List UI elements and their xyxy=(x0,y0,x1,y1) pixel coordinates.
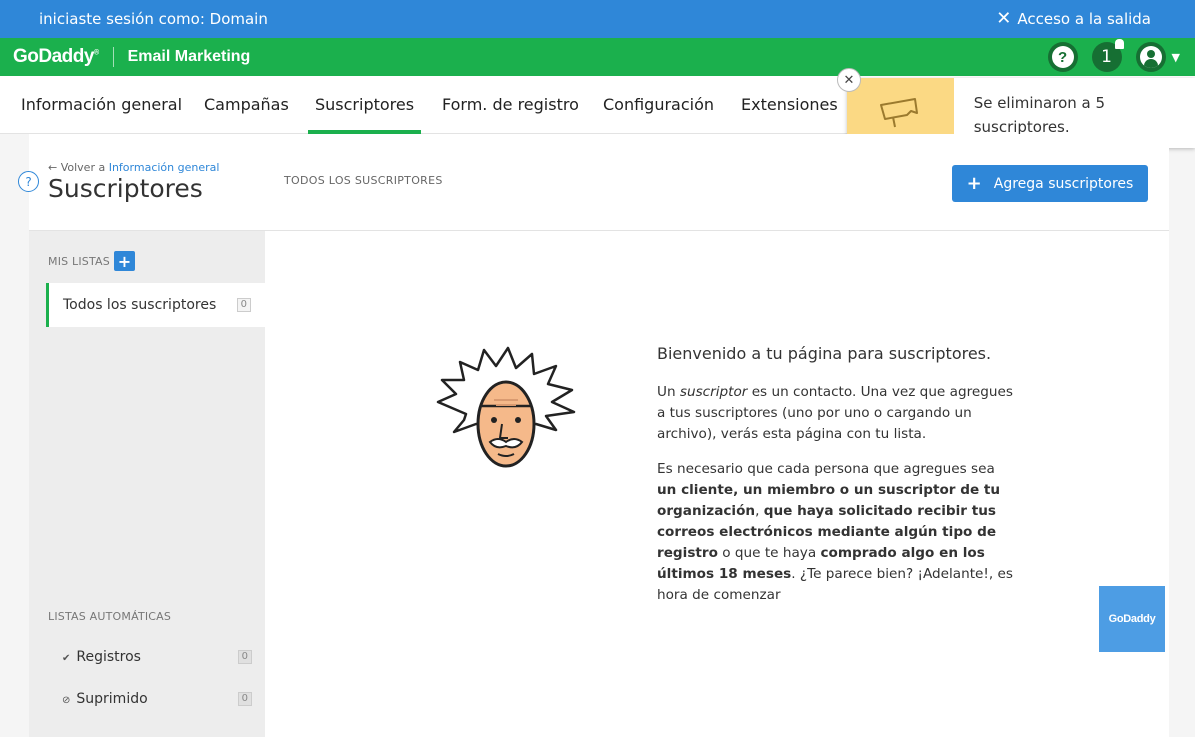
welcome-paragraph-1: Un suscriptor es un contacto. Una vez qu… xyxy=(657,382,1017,445)
notification-count: 1 xyxy=(1101,47,1112,67)
auto-list-count: 0 xyxy=(237,650,252,664)
p2-text: o que te haya xyxy=(717,545,821,561)
header-actions: ? 1 ▼ xyxy=(1047,39,1180,72)
auto-list-label: Registros xyxy=(76,649,141,665)
suppressed-icon: ⊘ xyxy=(62,695,71,706)
add-subscribers-button[interactable]: + Agrega suscriptores xyxy=(952,165,1148,202)
product-name: Email Marketing xyxy=(127,48,251,65)
p1-text: Un xyxy=(657,384,680,400)
account-avatar[interactable] xyxy=(1135,42,1166,72)
sidebar-item-registros[interactable]: ✔ Registros 0 xyxy=(62,649,252,665)
nav-form-registro[interactable]: Form. de registro xyxy=(442,76,579,134)
help-icon[interactable]: ? xyxy=(18,171,39,192)
plus-icon: + xyxy=(966,173,982,194)
p1-emphasis: suscriptor xyxy=(679,384,748,400)
nav-extensiones-label: Extensiones xyxy=(741,95,838,114)
nav-informacion-general[interactable]: Información general xyxy=(21,76,182,134)
add-list-button[interactable]: + xyxy=(114,251,135,271)
bell-icon xyxy=(1114,39,1124,49)
list-count: 0 xyxy=(236,298,251,312)
list-label: Todos los suscriptores xyxy=(63,297,217,313)
toast-close-button[interactable]: ✕ xyxy=(837,68,861,92)
question-icon: ? xyxy=(1051,46,1074,68)
sidebar-item-all-subscribers[interactable]: Todos los suscriptores 0 xyxy=(46,283,265,327)
help-button[interactable]: ? xyxy=(1047,42,1078,72)
logo-text: GoDaddy xyxy=(13,46,94,67)
breadcrumb: ← Volver a Información general xyxy=(48,161,219,174)
godaddy-logo[interactable]: GoDaddy® xyxy=(13,46,99,68)
impersonation-bar: iniciaste sesión como: Domain ✕ Acceso a… xyxy=(0,0,1195,38)
brand-divider xyxy=(112,47,114,67)
auto-list-count: 0 xyxy=(237,692,252,706)
p2-text: Es necesario que cada persona que agregu… xyxy=(657,461,995,477)
auto-list-label: Suprimido xyxy=(76,691,148,707)
exit-impersonation-link[interactable]: ✕ Acceso a la salida xyxy=(996,8,1151,29)
notifications-button[interactable]: 1 xyxy=(1091,39,1124,72)
nav-campanas[interactable]: Campañas xyxy=(204,76,289,134)
back-prefix: ← Volver a xyxy=(48,161,109,174)
page-title: Suscriptores xyxy=(48,174,203,203)
user-icon xyxy=(1139,46,1162,68)
back-link[interactable]: Información general xyxy=(109,161,220,174)
check-icon: ✔ xyxy=(62,653,71,664)
nav-configuracion[interactable]: Configuración xyxy=(603,76,714,134)
welcome-title: Bienvenido a tu página para suscriptores… xyxy=(657,344,992,363)
p2-text: , xyxy=(755,503,764,519)
godaddy-badge[interactable]: GoDaddy xyxy=(1099,586,1165,652)
chevron-down-icon[interactable]: ▼ xyxy=(1172,51,1180,64)
close-icon: ✕ xyxy=(996,8,1012,29)
impersonation-text: iniciaste sesión como: Domain xyxy=(39,10,268,28)
sidebar: MIS LISTAS + Todos los suscriptores 0 LI… xyxy=(29,231,265,737)
nav-suscriptores[interactable]: Suscriptores xyxy=(308,76,422,134)
page-header: ? ← Volver a Información general Suscrip… xyxy=(18,134,1169,231)
my-lists-heading: MIS LISTAS xyxy=(48,255,110,268)
scientist-illustration xyxy=(436,344,576,480)
add-subscribers-label: Agrega suscriptores xyxy=(993,175,1134,192)
sidebar-item-suprimido[interactable]: ⊘ Suprimido 0 xyxy=(62,691,252,707)
filter-label: TODOS LOS SUSCRIPTORES xyxy=(284,174,443,187)
welcome-paragraph-2: Es necesario que cada persona que agregu… xyxy=(657,459,1017,606)
main-content: ? ← Volver a Información general Suscrip… xyxy=(18,134,1169,737)
auto-lists-heading: LISTAS AUTOMÁTICAS xyxy=(48,610,172,623)
brand-bar: GoDaddy® Email Marketing ? 1 ▼ xyxy=(0,38,1195,76)
exit-label: Acceso a la salida xyxy=(1017,10,1151,28)
